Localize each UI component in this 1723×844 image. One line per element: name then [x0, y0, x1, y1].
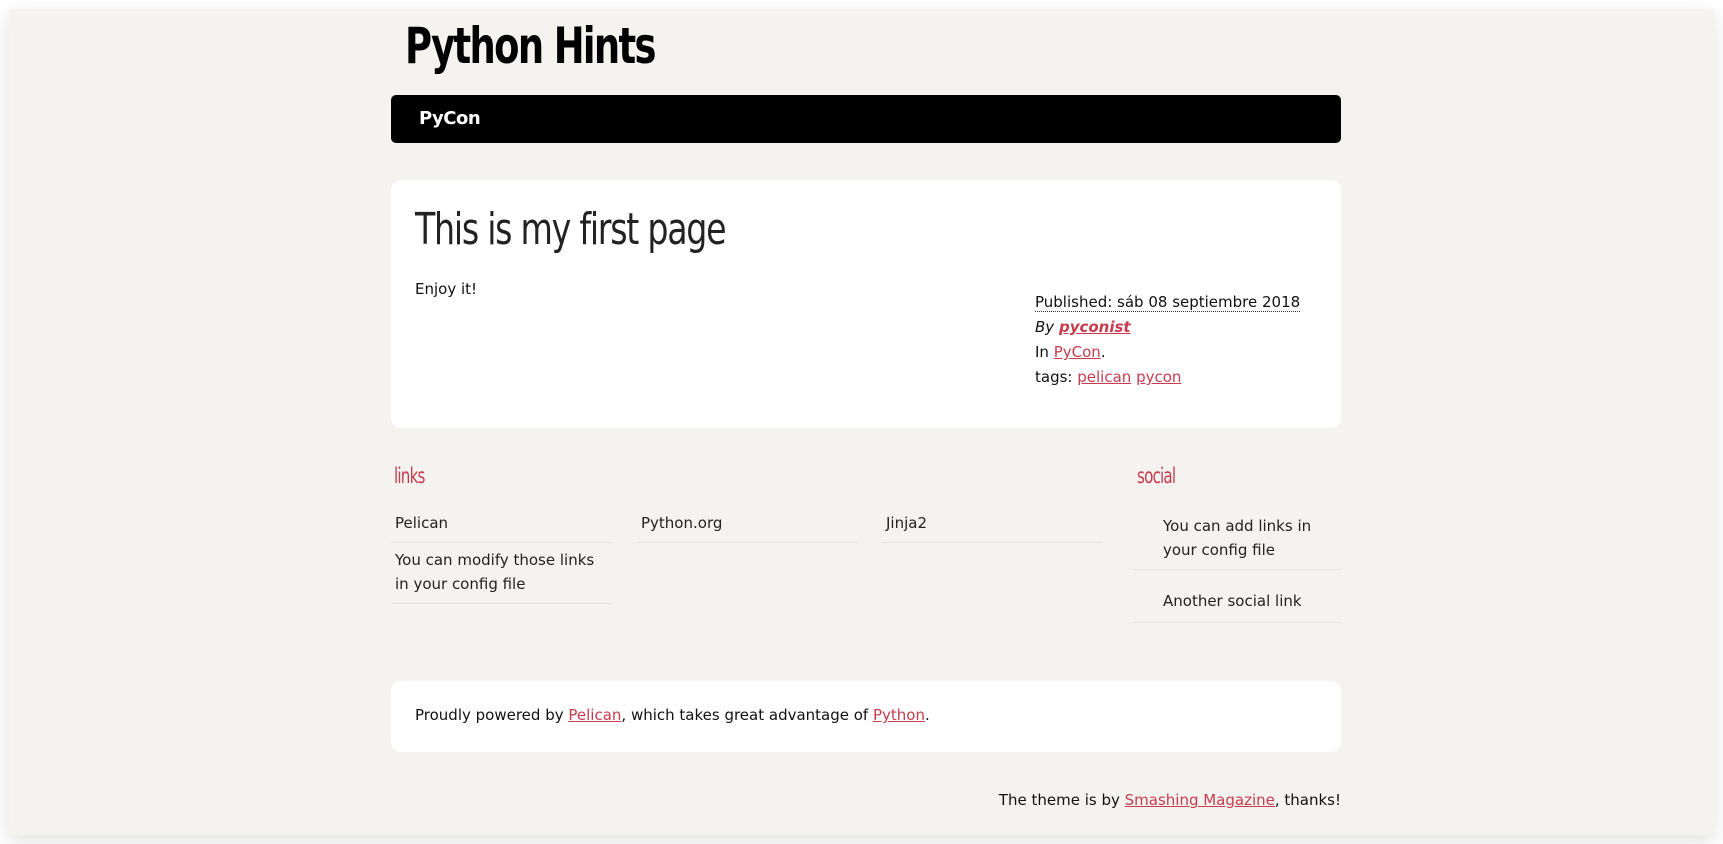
menu-item-pycon[interactable]: PyCon: [419, 108, 481, 129]
link-item-pelican[interactable]: Pelican: [391, 511, 612, 543]
tags-label: tags:: [1035, 368, 1073, 386]
social-item-config-note[interactable]: You can add links in your config file: [1133, 514, 1341, 570]
tag-link-pelican[interactable]: pelican: [1077, 368, 1131, 386]
footer-text: Proudly powered by Pelican, which takes …: [415, 706, 930, 724]
credits-prefix: The theme is by: [998, 791, 1120, 809]
tag-link-pycon[interactable]: pycon: [1136, 368, 1181, 386]
article-title: This is my first page: [415, 204, 727, 255]
links-title: links: [394, 464, 425, 488]
author-link[interactable]: pyconist: [1059, 318, 1131, 336]
page-background: Python Hints PyCon This is my first page…: [9, 9, 1714, 835]
main-menu: PyCon: [391, 95, 1341, 143]
article-body: Enjoy it!: [415, 280, 478, 298]
link-item-config-note[interactable]: You can modify those links in your confi…: [391, 548, 612, 604]
in-label: In: [1035, 343, 1049, 361]
social-item-another[interactable]: Another social link: [1133, 589, 1341, 623]
category-suffix: .: [1100, 343, 1106, 361]
site-title[interactable]: Python Hints: [405, 11, 657, 81]
footer-suffix: .: [925, 706, 930, 724]
pelican-link[interactable]: Pelican: [568, 706, 621, 724]
footer-middle: , which takes great advantage of: [621, 706, 869, 724]
link-item-jinja2[interactable]: Jinja2: [882, 511, 1103, 543]
footer-prefix: Proudly powered by: [415, 706, 564, 724]
credits-suffix: , thanks!: [1274, 791, 1341, 809]
theme-credits: The theme is by Smashing Magazine, thank…: [999, 791, 1341, 809]
article-meta: Published: sáb 08 septiembre 2018 By pyc…: [1035, 290, 1301, 390]
by-label: By: [1035, 318, 1055, 336]
smashing-magazine-link[interactable]: Smashing Magazine: [1125, 791, 1275, 809]
python-link[interactable]: Python: [873, 706, 925, 724]
social-title: social: [1137, 464, 1176, 488]
article-card: This is my first page Enjoy it! Publishe…: [391, 180, 1341, 428]
link-item-python-org[interactable]: Python.org: [637, 511, 858, 543]
category-link[interactable]: PyCon: [1054, 343, 1101, 361]
published-date: Published: sáb 08 septiembre 2018: [1035, 293, 1301, 312]
footer-card: Proudly powered by Pelican, which takes …: [391, 681, 1341, 752]
